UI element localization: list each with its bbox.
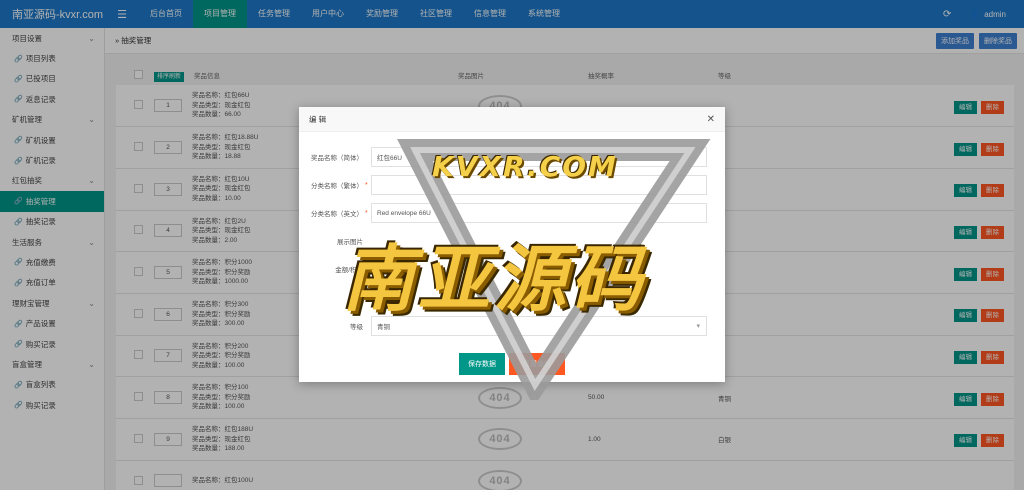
field-label: 金额/积分 bbox=[335, 267, 363, 274]
field-value: 66.00 bbox=[376, 265, 393, 273]
field-label: 分类名称（繁体） bbox=[311, 183, 363, 190]
form-row-level: 等级 青铜 ▾ bbox=[299, 316, 725, 336]
form-row-name-cn: 奖品名称（简体） 红包66U bbox=[299, 147, 725, 167]
reset-button[interactable]: 重置编辑 bbox=[509, 353, 565, 375]
field-label: 等级 bbox=[350, 324, 363, 331]
field-label: 展示图片 bbox=[337, 239, 363, 246]
form-row-amount: 金额/积分 66.00 bbox=[299, 259, 725, 279]
prize-name-tw-input[interactable] bbox=[371, 175, 707, 195]
field-label: 分类名称（英文） bbox=[311, 211, 363, 218]
edit-modal: 编 辑 ✕ 奖品名称（简体） 红包66U 分类名称（繁体） * 分类名称（英文） *… bbox=[299, 107, 725, 382]
field-value: 青铜 bbox=[377, 324, 390, 331]
modal-title: 编 辑 bbox=[309, 114, 327, 124]
prize-name-en-input[interactable]: Red envelope 66U bbox=[371, 203, 707, 223]
chevron-down-icon: ▾ bbox=[696, 323, 700, 330]
prize-name-cn-input[interactable]: 红包66U bbox=[371, 147, 707, 167]
close-icon[interactable]: ✕ bbox=[707, 114, 715, 125]
form-row-name-tw: 分类名称（繁体） * bbox=[299, 175, 725, 195]
save-button[interactable]: 保存数据 bbox=[459, 353, 505, 375]
field-value: Red envelope 66U bbox=[377, 209, 431, 217]
form-row-image: 展示图片 bbox=[299, 231, 725, 251]
amount-input[interactable]: 66.00 bbox=[371, 259, 707, 279]
field-value: 红包66U bbox=[377, 155, 402, 162]
field-label: 奖品名称（简体） bbox=[311, 155, 363, 162]
level-select[interactable]: 青铜 ▾ bbox=[371, 316, 707, 336]
form-row-name-en: 分类名称（英文） * Red envelope 66U bbox=[299, 203, 725, 223]
prize-image-upload[interactable] bbox=[371, 231, 707, 251]
